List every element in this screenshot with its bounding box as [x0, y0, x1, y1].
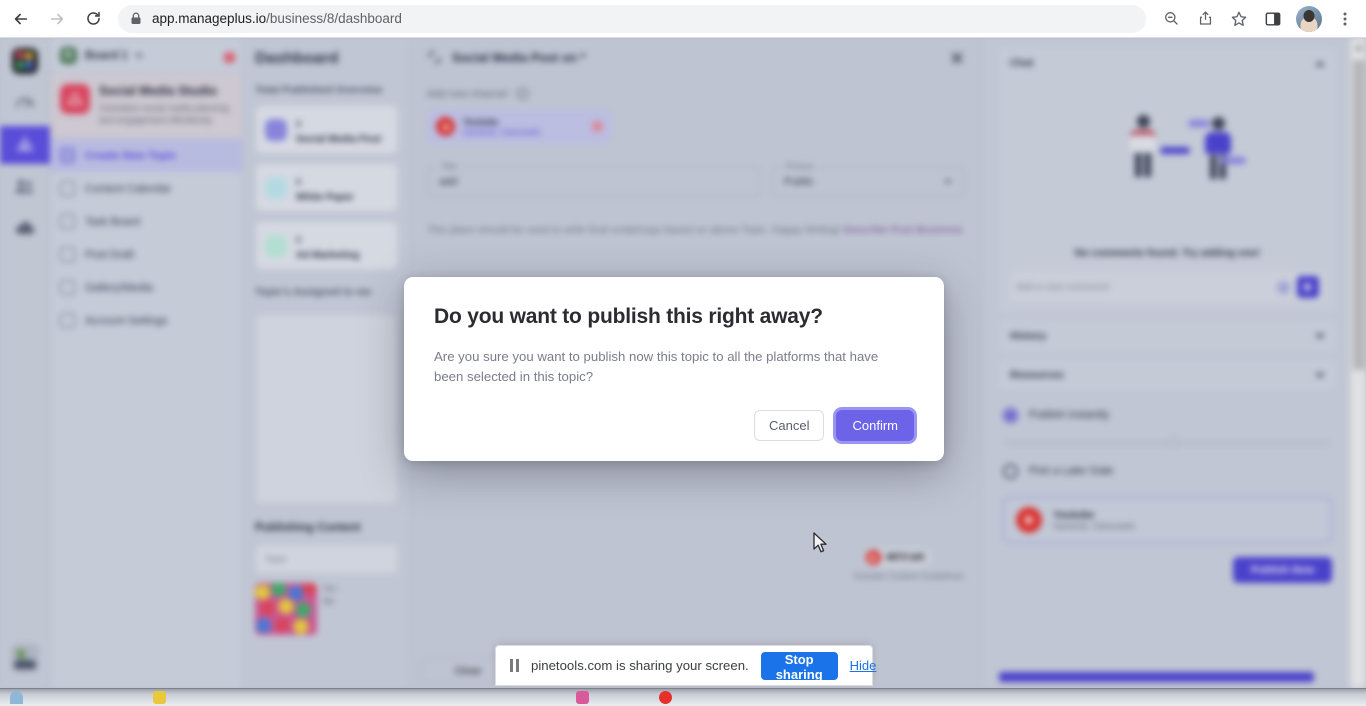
publish-confirmation-dialog: Do you want to publish this right away? … [404, 277, 944, 461]
lock-icon [130, 12, 142, 25]
side-panel-icon [1265, 12, 1281, 25]
dialog-body-text: Are you sure you want to publish now thi… [434, 349, 879, 384]
back-arrow-icon [14, 13, 28, 24]
taskbar-app-icon[interactable] [153, 691, 166, 704]
star-icon [1231, 11, 1247, 26]
taskbar-app-icon[interactable] [659, 691, 672, 704]
back-button[interactable] [6, 4, 36, 34]
three-dot-menu-icon [1343, 12, 1347, 25]
reload-button[interactable] [78, 4, 108, 34]
screen-share-bar: pinetools.com is sharing your screen. St… [495, 645, 876, 686]
hide-link[interactable]: Hide [850, 658, 877, 673]
url-text: app.manageplus.io/business/8/dashboard [152, 11, 402, 26]
share-button[interactable] [1190, 4, 1220, 34]
stop-sharing-button[interactable]: Stop sharing [760, 651, 838, 682]
dialog-actions: Cancel Confirm [434, 410, 914, 441]
zoom-out-icon [1164, 12, 1178, 25]
share-icon [1199, 11, 1211, 25]
confirm-button[interactable]: Confirm [836, 410, 914, 441]
mouse-cursor [813, 532, 827, 553]
cancel-button[interactable]: Cancel [754, 410, 825, 441]
browser-menu-button[interactable] [1330, 4, 1360, 34]
share-message: pinetools.com is sharing your screen. [531, 658, 749, 673]
browser-actions [1154, 4, 1362, 34]
forward-arrow-icon [50, 13, 64, 24]
dialog-title: Do you want to publish this right away? [434, 305, 823, 328]
zoom-out-button[interactable] [1156, 4, 1186, 34]
side-panel-button[interactable] [1258, 4, 1288, 34]
forward-button[interactable] [42, 4, 72, 34]
pause-icon[interactable] [510, 659, 519, 672]
address-bar[interactable]: app.manageplus.io/business/8/dashboard [118, 4, 1146, 33]
page-viewport: B Board 1 2 Social Media Studio Centrali… [0, 38, 1366, 688]
taskbar-app-icon[interactable] [576, 691, 589, 704]
bookmark-button[interactable] [1224, 4, 1254, 34]
browser-chrome: app.manageplus.io/business/8/dashboard [0, 0, 1366, 38]
os-taskbar [0, 688, 1366, 706]
taskbar-app-icon[interactable] [10, 691, 23, 704]
reload-icon [86, 11, 100, 25]
profile-avatar[interactable] [1296, 5, 1322, 32]
